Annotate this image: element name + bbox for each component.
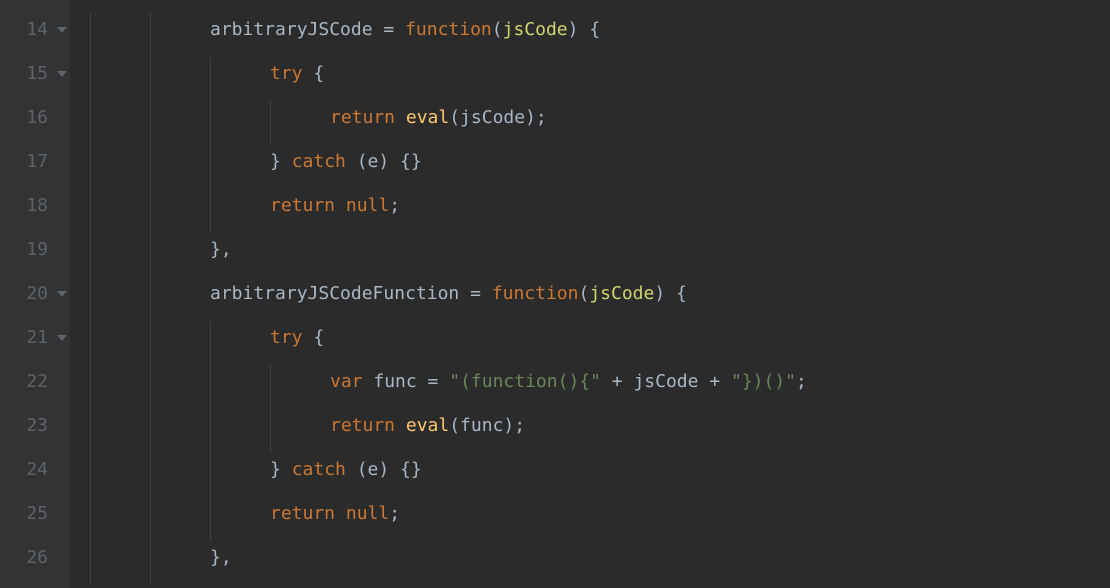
code-line[interactable]: return null;: [90, 492, 1110, 536]
line-number[interactable]: 17: [0, 140, 70, 184]
code-token: =: [470, 283, 492, 304]
code-token: null: [346, 195, 389, 216]
line-number[interactable]: 25: [0, 492, 70, 536]
line-number[interactable]: 24: [0, 448, 70, 492]
code-token: function: [492, 283, 579, 304]
code-token: return: [330, 415, 406, 436]
code-line[interactable]: },: [90, 536, 1110, 580]
code-token: (e) {}: [346, 459, 422, 480]
line-number[interactable]: 26: [0, 536, 70, 580]
code-token: (: [578, 283, 589, 304]
code-token: eval: [406, 107, 449, 128]
code-line[interactable]: arbitraryJSCodeFunction = function(jsCod…: [90, 272, 1110, 316]
code-token: catch: [292, 459, 346, 480]
fold-toggle-icon[interactable]: [57, 335, 67, 341]
fold-toggle-icon[interactable]: [57, 71, 67, 77]
code-token: function: [405, 19, 492, 40]
code-token: func: [363, 371, 428, 392]
code-token: var: [330, 371, 363, 392]
code-token: =: [428, 371, 450, 392]
code-line[interactable]: return null;: [90, 184, 1110, 228]
code-token: =: [383, 19, 405, 40]
code-line[interactable]: var func = "(function(){" + jsCode + "})…: [90, 360, 1110, 404]
code-token: ;: [389, 195, 400, 216]
code-line[interactable]: try {: [90, 52, 1110, 96]
code-token: jsCode: [589, 283, 654, 304]
code-token: return: [270, 195, 346, 216]
code-token: arbitraryJSCode: [210, 19, 383, 40]
code-token: },: [210, 239, 232, 260]
code-token: return: [270, 503, 346, 524]
code-token: catch: [292, 151, 346, 172]
code-line[interactable]: try {: [90, 316, 1110, 360]
line-number[interactable]: 20: [0, 272, 70, 316]
code-line[interactable]: },: [90, 228, 1110, 272]
code-token: (jsCode);: [449, 107, 547, 128]
code-token: "})()": [731, 371, 796, 392]
code-token: (: [492, 19, 503, 40]
code-token: "(function(){": [449, 371, 601, 392]
code-token: jsCode: [503, 19, 568, 40]
code-token: + jsCode +: [601, 371, 731, 392]
line-number[interactable]: 18: [0, 184, 70, 228]
code-token: ;: [796, 371, 807, 392]
code-line[interactable]: return eval(jsCode);: [90, 96, 1110, 140]
line-number[interactable]: 21: [0, 316, 70, 360]
code-token: (e) {}: [346, 151, 422, 172]
code-token: eval: [406, 415, 449, 436]
code-editor-area[interactable]: arbitraryJSCode = function(jsCode) {try …: [70, 0, 1110, 588]
code-token: ) {: [654, 283, 687, 304]
code-token: ;: [389, 503, 400, 524]
code-token: }: [270, 459, 292, 480]
code-token: try: [270, 327, 303, 348]
code-token: return: [330, 107, 406, 128]
code-token: arbitraryJSCodeFunction: [210, 283, 470, 304]
line-number[interactable]: 16: [0, 96, 70, 140]
code-token: ) {: [568, 19, 601, 40]
line-number[interactable]: 19: [0, 228, 70, 272]
code-token: null: [346, 503, 389, 524]
code-token: {: [303, 63, 325, 84]
line-number[interactable]: 23: [0, 404, 70, 448]
code-line[interactable]: } catch (e) {}: [90, 448, 1110, 492]
code-token: }: [270, 151, 292, 172]
line-number[interactable]: 14: [0, 8, 70, 52]
fold-toggle-icon[interactable]: [57, 27, 67, 33]
code-line[interactable]: return eval(func);: [90, 404, 1110, 448]
code-line[interactable]: arbitraryJSCode = function(jsCode) {: [90, 8, 1110, 52]
fold-toggle-icon[interactable]: [57, 291, 67, 297]
line-number-gutter: 14151617181920212223242526: [0, 0, 70, 588]
code-token: (func);: [449, 415, 525, 436]
line-number[interactable]: 22: [0, 360, 70, 404]
code-token: {: [303, 327, 325, 348]
line-number[interactable]: 15: [0, 52, 70, 96]
code-token: },: [210, 547, 232, 568]
code-token: try: [270, 63, 303, 84]
code-line[interactable]: } catch (e) {}: [90, 140, 1110, 184]
